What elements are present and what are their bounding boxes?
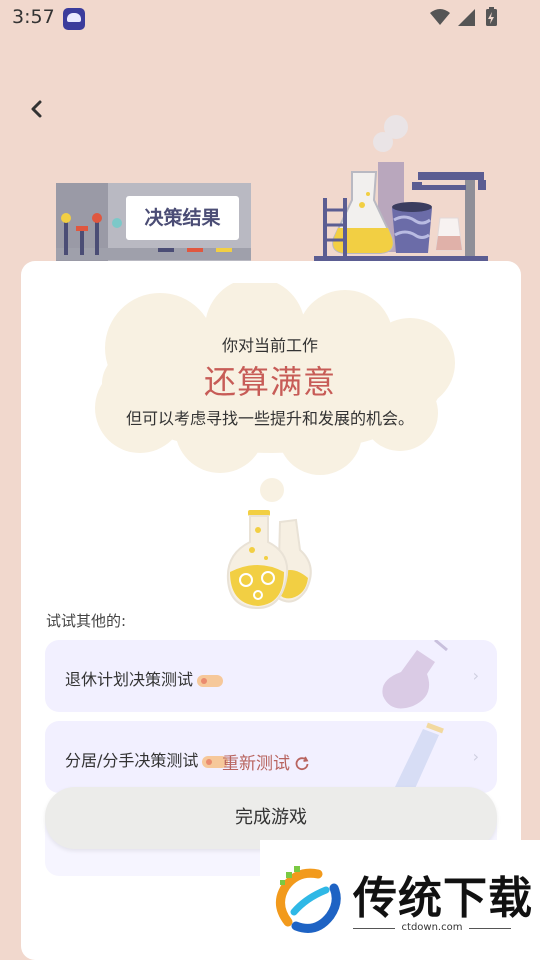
watermark-title: 传统下载 (353, 873, 533, 924)
potion-flask-icon (226, 510, 312, 610)
watermark: 传统下载 ctdown.com (260, 840, 540, 960)
chevron-right-icon: › (472, 747, 479, 766)
result-highlight: 还算满意 (203, 363, 336, 401)
item-label: 退休计划决策测试 (65, 666, 224, 690)
chevron-right-icon: › (472, 666, 479, 685)
watermark-logo-icon (276, 866, 341, 933)
try-others-label: 试试其他的: (46, 612, 127, 630)
watermark-rule-right (469, 928, 511, 929)
lab-illustration (56, 115, 488, 261)
potion-bottle-icon (382, 640, 448, 709)
vip-badge-icon (197, 674, 224, 687)
app-notification-icon (63, 8, 85, 30)
signal-icon (458, 9, 475, 26)
status-bar: 3:57 (0, 0, 540, 36)
system-status-icons (430, 7, 497, 26)
result-line1: 你对当前工作 (221, 336, 318, 355)
status-time: 3:57 (12, 6, 55, 28)
refresh-icon (295, 756, 309, 771)
item-label: 分居/分手决策测试 (65, 747, 229, 771)
retest-label: 重新测试 (222, 754, 290, 774)
retest-button[interactable]: 重新测试 (222, 749, 310, 774)
test-tube-icon (395, 722, 444, 793)
test-item-retirement[interactable]: 退休计划决策测试 › (45, 640, 497, 712)
result-line3: 但可以考虑寻找一些提升和发展的机会。 (125, 409, 414, 428)
banner-label: 决策结果 (144, 207, 221, 229)
wifi-icon (430, 9, 450, 25)
